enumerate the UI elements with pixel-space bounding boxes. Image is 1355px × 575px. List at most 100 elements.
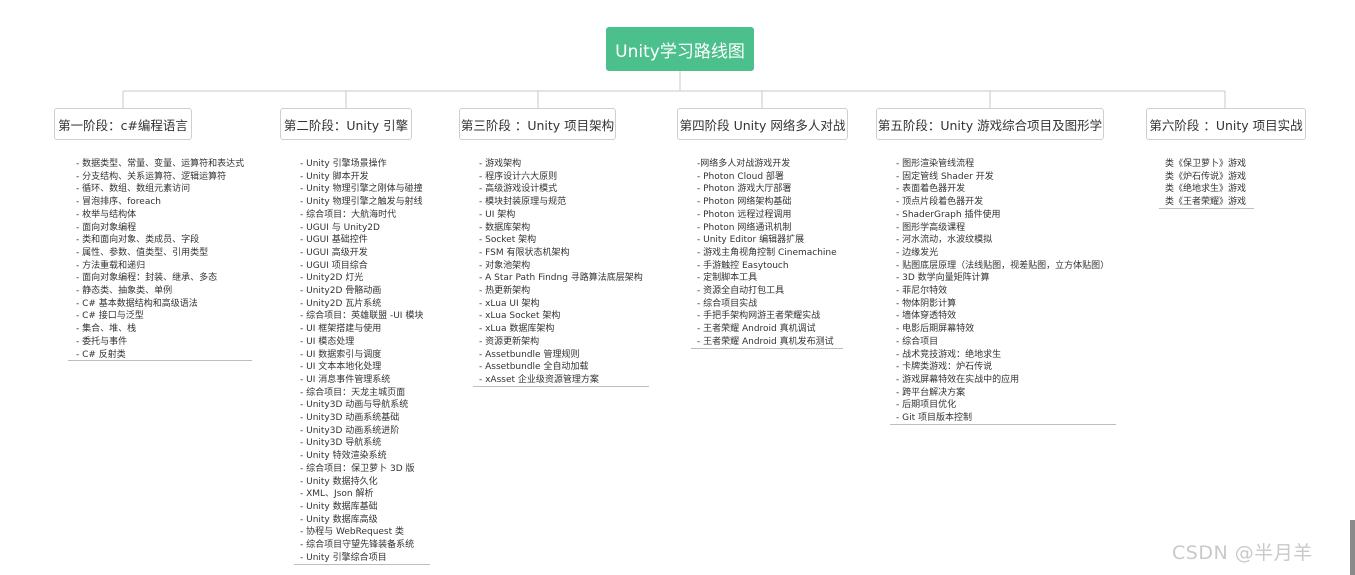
divider [294, 564, 430, 565]
topic-item: - 菲尼尔特效 [896, 286, 948, 297]
topic-item: - XML、Json 解析 [300, 489, 374, 500]
topic-item: - 王者荣耀 Android 真机发布测试 [697, 336, 834, 347]
topic-item: - Unity 特效渲染系统 [300, 451, 387, 462]
topic-item: - 属性、参数、值类型、引用类型 [76, 247, 209, 258]
topic-item: - UI 框架搭建与使用 [300, 324, 382, 335]
divider [890, 424, 1116, 425]
stage-node-4[interactable]: 第四阶段 Unity 网络多人对战 [677, 108, 848, 140]
topic-item: - 王者荣耀 Android 真机调试 [697, 324, 816, 335]
topic-item: - UI 文本本地化处理 [300, 362, 382, 373]
topic-item: - UI 消息事件管理系统 [300, 374, 391, 385]
topic-item: - C# 基本数据结构和高级语法 [76, 298, 198, 309]
topic-item: - 数据类型、常量、变量、运算符和表达式 [76, 159, 245, 169]
topic-item: 类《绝地求生》游戏 [1165, 184, 1247, 195]
topic-item: - Git 项目版本控制 [896, 413, 972, 424]
stage-node-1[interactable]: 第一阶段：c#编程语言 [54, 108, 192, 140]
topic-item: - 类和面向对象、类成员、字段 [76, 235, 200, 246]
topic-item: - 游戏架构 [479, 159, 522, 169]
topic-item: - 综合项目：英雄联盟 -UI 模块 [300, 311, 424, 322]
topic-item: - 综合项目实战 [697, 298, 758, 309]
topic-item: - 集合、堆、栈 [76, 324, 137, 335]
stage-2-topic-list: - Unity 引擎场景操作 - Unity 脚本开发 - Unity 物理引擎之刚… [300, 158, 423, 567]
topic-item: - xLua 数据库架构 [479, 324, 555, 335]
topic-item: - Unity Editor 编辑器扩展 [697, 235, 805, 246]
topic-item: - 协程与 WebRequest 类 [300, 527, 405, 538]
topic-item: - Unity3D 动画系统进阶 [300, 425, 400, 436]
root-title: Unity学习路线图 [615, 41, 745, 62]
stage-title: 第四阶段 Unity 网络多人对战 [679, 117, 846, 133]
topic-item: - UGUI 高级开发 [300, 247, 368, 258]
topic-item: - 图形学高级课程 [896, 222, 966, 233]
topic-item: 类《炉石传说》游戏 [1165, 171, 1247, 182]
topic-item: - UGUI 项目综合 [300, 260, 368, 271]
topic-item: 类《保卫萝卜》游戏 [1165, 159, 1247, 169]
topic-item: - 方法重载和递归 [76, 260, 146, 271]
divider [691, 348, 843, 349]
topic-item: - 手把手架构网游王者荣耀实战 [697, 311, 821, 322]
stage-title: 第六阶段 ：Unity 项目实战 [1149, 117, 1303, 133]
topic-item: - 冒泡排序、foreach [76, 197, 161, 208]
topic-item: - 跨平台解决方案 [896, 387, 966, 398]
topic-item: - 面向对象编程：封装、继承、多态 [76, 273, 218, 284]
topic-item: - 河水流动，水波纹模拟 [896, 235, 993, 246]
topic-item: - 循环、数组、数组元素访问 [76, 184, 191, 195]
topic-item: - Photon Cloud 部署 [697, 171, 784, 182]
topic-item: - Unity 引擎综合项目 [300, 552, 387, 563]
divider [68, 360, 252, 361]
topic-item: - Unity3D 动画与导航系统 [300, 400, 409, 411]
topic-item: - 综合项目 [896, 336, 939, 347]
topic-item: - Unity 引擎场景操作 [300, 159, 387, 169]
topic-item: - 3D 数学向量矩阵计算 [896, 273, 990, 284]
topic-item: - UGUI 与 Unity2D [300, 222, 380, 233]
topic-item: - 资源更新架构 [479, 336, 540, 347]
topic-item: - Unity3D 动画系统基础 [300, 413, 400, 424]
topic-item: - Unity2D 骨骼动画 [300, 286, 382, 297]
stage-node-2[interactable]: 第二阶段：Unity 引擎 [280, 108, 412, 140]
topic-item: - 图形渲染管线流程 [896, 159, 975, 169]
topic-item: - 综合项目：天龙主城页面 [300, 387, 406, 398]
topic-item: - 战术竞技游戏：绝地求生 [896, 349, 1002, 360]
topic-item: - 程序设计六大原则 [479, 171, 558, 182]
topic-item: - Photon 网络架构基础 [697, 197, 792, 208]
topic-item: - 数据库架构 [479, 222, 531, 233]
divider [473, 386, 649, 387]
topic-item: - 热更新架构 [479, 286, 531, 297]
csdn-watermark: CSDN @半月羊 [1172, 542, 1313, 564]
topic-item: - 物体阴影计算 [896, 298, 957, 309]
topic-item: - 贴图底层原理（法线贴图，视差贴图，立方体贴图） [896, 260, 1110, 271]
scrollbar[interactable] [1350, 520, 1355, 575]
topic-item: - 委托与事件 [76, 336, 128, 347]
stage-title: 第五阶段：Unity 游戏综合项目及图形学 [877, 117, 1103, 133]
topic-item: - 游戏屏幕特效在实战中的应用 [896, 374, 1020, 385]
topic-item: - 综合项目：保卫萝卜 3D 版 [300, 463, 415, 474]
stage-4-topic-list: -网络多人对战游戏开发 - Photon Cloud 部署 - Photon 游戏大… [697, 158, 837, 351]
stage-title: 第三阶段 ：Unity 项目架构 [460, 117, 615, 133]
topic-item: - Assetbundle 全自动加载 [479, 362, 589, 373]
topic-item: - 综合项目守望先锋装备系统 [300, 540, 415, 551]
topic-item: - 顶点片段着色器开发 [896, 197, 984, 208]
topic-item: - 电影后期屏幕特效 [896, 324, 975, 335]
topic-item: - 定制脚本工具 [697, 273, 758, 284]
topic-item: - 面向对象编程 [76, 222, 137, 233]
topic-item: - 静态类、抽象类、单例 [76, 286, 173, 297]
root-node[interactable]: Unity学习路线图 [606, 27, 754, 71]
topic-item: - Unity 数据库高级 [300, 514, 378, 525]
stage-5-topic-list: - 图形渲染管线流程 - 固定管线 Shader 开发 - 表面着色器开发 - 顶点片… [896, 158, 1109, 427]
topic-item: - Assetbundle 管理规则 [479, 349, 580, 360]
stage-node-6[interactable]: 第六阶段 ：Unity 项目实战 [1146, 108, 1306, 140]
divider [1159, 208, 1254, 209]
topic-item: - Photon 游戏大厅部署 [697, 184, 792, 195]
topic-item: -网络多人对战游戏开发 [697, 159, 791, 169]
topic-item: - 综合项目：大航海时代 [300, 209, 397, 220]
topic-item: - xAsset 企业级资源管理方案 [479, 374, 599, 385]
topic-item: - Unity 物理引擎之刚体与碰撞 [300, 184, 423, 195]
stage-node-5[interactable]: 第五阶段：Unity 游戏综合项目及图形学 [876, 108, 1104, 140]
topic-item: - Unity 物理引擎之触发与射线 [300, 197, 423, 208]
topic-item: - Unity 脚本开发 [300, 171, 369, 182]
topic-item: - 对象池架构 [479, 260, 531, 271]
topic-item: - 卡牌类游戏：炉石传说 [896, 362, 993, 373]
topic-item: - 手游触控 Easytouch [697, 260, 789, 271]
stage-node-3[interactable]: 第三阶段 ：Unity 项目架构 [459, 108, 616, 140]
topic-item: - xLua Socket 架构 [479, 311, 561, 322]
stage-1-topic-list: - 数据类型、常量、变量、运算符和表达式 - 分支结构、关系运算符、逻辑运算符 - … [76, 158, 244, 363]
